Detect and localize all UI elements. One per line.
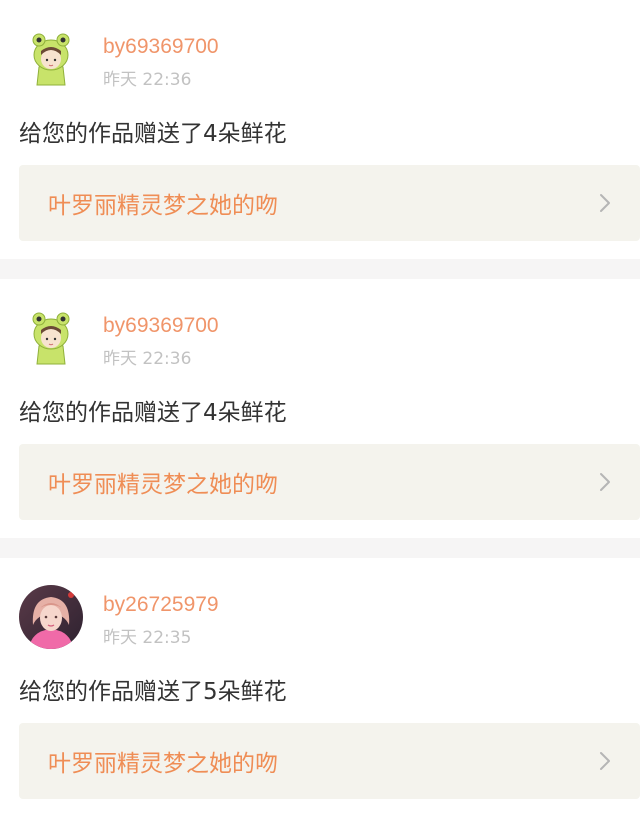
timestamp: 昨天 22:35 xyxy=(103,628,192,648)
timestamp: 昨天 22:36 xyxy=(103,349,192,369)
avatar[interactable] xyxy=(19,27,83,91)
notification-card: by69369700 昨天 22:36 给您的作品赠送了4朵鲜花 叶罗丽精灵梦之… xyxy=(0,0,640,259)
frog-hood-avatar-icon xyxy=(19,27,83,91)
notification-card: by69369700 昨天 22:36 给您的作品赠送了4朵鲜花 叶罗丽精灵梦之… xyxy=(0,279,640,538)
work-title: 叶罗丽精灵梦之她的吻 xyxy=(48,193,278,219)
work-title: 叶罗丽精灵梦之她的吻 xyxy=(48,472,278,498)
divider xyxy=(0,538,640,558)
username[interactable]: by69369700 xyxy=(103,314,219,338)
gift-message: 给您的作品赠送了4朵鲜花 xyxy=(19,400,287,426)
avatar[interactable] xyxy=(19,306,83,370)
gift-notification-feed: by69369700 昨天 22:36 给您的作品赠送了4朵鲜花 叶罗丽精灵梦之… xyxy=(0,0,640,817)
username[interactable]: by69369700 xyxy=(103,35,219,59)
gift-message: 给您的作品赠送了4朵鲜花 xyxy=(19,121,287,147)
work-link[interactable]: 叶罗丽精灵梦之她的吻 xyxy=(19,165,640,241)
notification-card: by26725979 昨天 22:35 给您的作品赠送了5朵鲜花 叶罗丽精灵梦之… xyxy=(0,558,640,817)
gift-message: 给您的作品赠送了5朵鲜花 xyxy=(19,679,287,705)
chevron-right-icon xyxy=(600,473,610,491)
chevron-right-icon xyxy=(600,194,610,212)
work-link[interactable]: 叶罗丽精灵梦之她的吻 xyxy=(19,444,640,520)
avatar[interactable] xyxy=(19,585,83,649)
divider xyxy=(0,259,640,279)
chevron-right-icon xyxy=(600,752,610,770)
username[interactable]: by26725979 xyxy=(103,593,219,617)
frog-hood-avatar-icon xyxy=(19,306,83,370)
work-title: 叶罗丽精灵梦之她的吻 xyxy=(48,751,278,777)
timestamp: 昨天 22:36 xyxy=(103,70,192,90)
girl-photo-avatar-icon xyxy=(19,585,83,649)
